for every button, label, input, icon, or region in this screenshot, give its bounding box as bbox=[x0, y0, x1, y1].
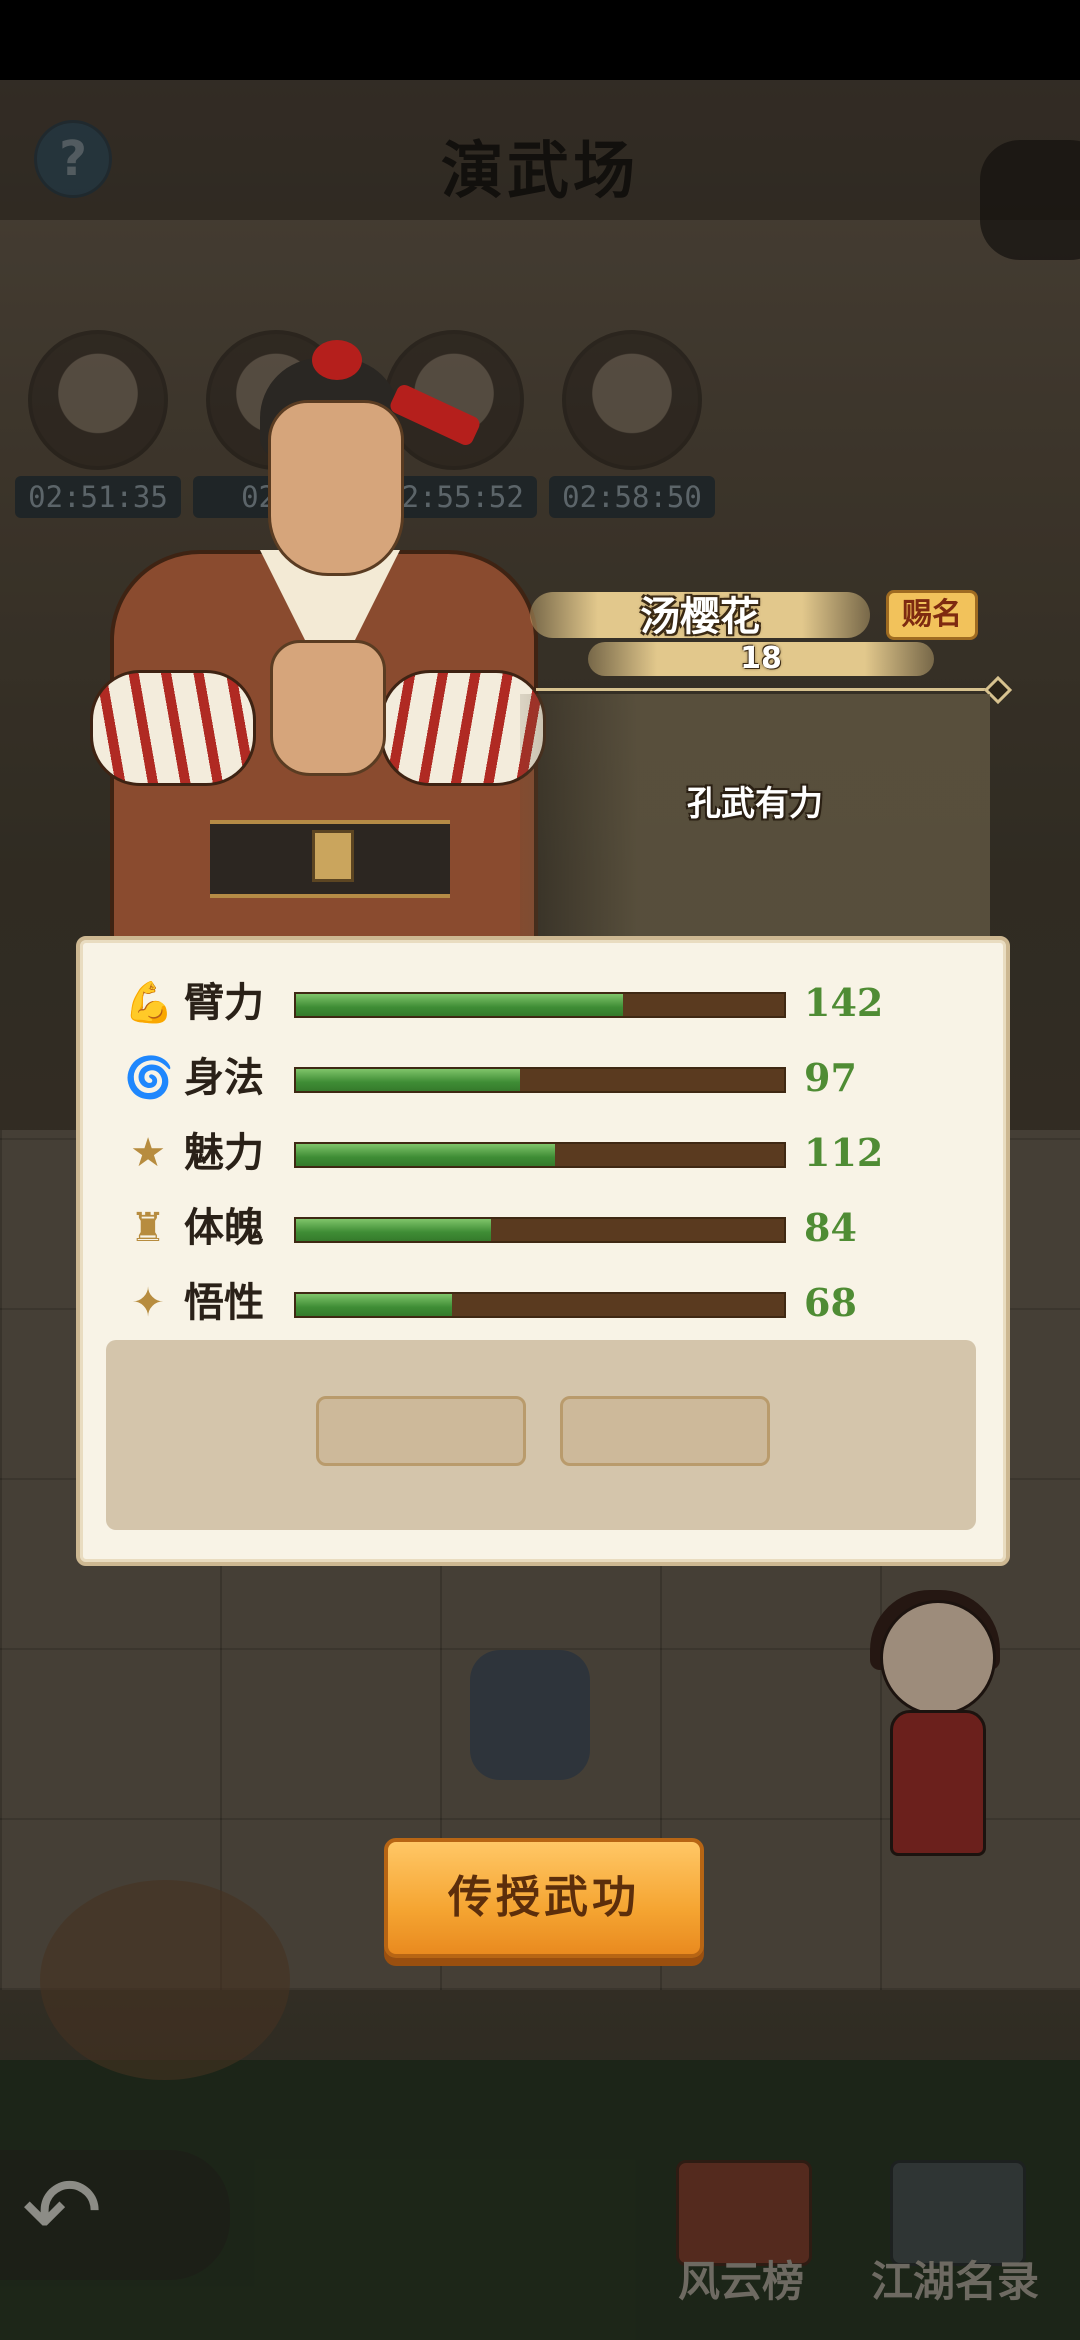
character-portrait bbox=[90, 340, 550, 958]
stats-card: 💪 臂力 142 🌀 身法 97 ★ 魅力 112 ♜ 体魄 84 ✦ 悟性 6… bbox=[76, 936, 1010, 1566]
trait-panel: 孔武有力 bbox=[520, 694, 990, 944]
stat-label: 悟性 bbox=[184, 1280, 264, 1326]
action-button-area bbox=[106, 1340, 976, 1530]
rename-button[interactable]: 赐名 bbox=[886, 590, 978, 640]
roster-label: 江湖名录 bbox=[870, 2257, 1039, 2306]
stat-label: 身法 bbox=[184, 1055, 264, 1101]
stat-row-charm: ★ 魅力 112 bbox=[124, 1128, 984, 1178]
stat-value: 142 bbox=[804, 980, 884, 1025]
stat-bar bbox=[294, 1292, 786, 1318]
stat-row-physique: ♜ 体魄 84 bbox=[124, 1203, 984, 1253]
stat-bar-fill bbox=[296, 1294, 453, 1316]
stat-bar bbox=[294, 1142, 786, 1168]
roster-button[interactable]: 江湖名录 bbox=[870, 2160, 1040, 2310]
stat-row-comprehension: ✦ 悟性 68 bbox=[124, 1278, 984, 1328]
stat-bar-fill bbox=[296, 994, 623, 1016]
stat-bar bbox=[294, 992, 786, 1018]
star-face-icon: ★ bbox=[130, 1130, 166, 1176]
stat-bar-fill bbox=[296, 1069, 521, 1091]
body-icon: ♜ bbox=[130, 1205, 166, 1251]
stat-bar bbox=[294, 1067, 786, 1093]
stat-label: 臂力 bbox=[184, 980, 264, 1026]
divider bbox=[536, 688, 996, 691]
empty-button-left[interactable] bbox=[316, 1396, 526, 1466]
rankings-label: 风云榜 bbox=[677, 2257, 804, 2306]
character-trait: 孔武有力 bbox=[687, 784, 823, 824]
stat-label: 体魄 bbox=[184, 1205, 264, 1251]
whirlwind-icon: 🌀 bbox=[124, 1055, 174, 1101]
status-bar bbox=[0, 0, 1080, 80]
back-button[interactable]: ↶ bbox=[0, 2150, 230, 2280]
stat-row-arm-strength: 💪 臂力 142 bbox=[124, 978, 984, 1028]
stat-bar-fill bbox=[296, 1144, 555, 1166]
stat-value: 112 bbox=[804, 1130, 884, 1175]
character-name: 汤樱花 bbox=[640, 594, 760, 640]
stat-value: 68 bbox=[804, 1280, 857, 1325]
arm-icon: 💪 bbox=[124, 980, 174, 1026]
stat-bar-fill bbox=[296, 1219, 492, 1241]
stat-value: 84 bbox=[804, 1205, 857, 1250]
back-arrow-icon: ↶ bbox=[22, 2156, 103, 2268]
teach-martial-arts-button[interactable]: 传授武功 bbox=[384, 1838, 704, 1958]
name-plate: 汤樱花 bbox=[530, 592, 870, 640]
stat-bar bbox=[294, 1217, 786, 1243]
rankings-button[interactable]: 风云榜 bbox=[656, 2160, 826, 2310]
stat-value: 97 bbox=[804, 1055, 857, 1100]
sparkle-icon: ✦ bbox=[131, 1280, 165, 1326]
empty-button-right[interactable] bbox=[560, 1396, 770, 1466]
stat-row-agility: 🌀 身法 97 bbox=[124, 1053, 984, 1103]
character-age: 18 bbox=[588, 642, 934, 676]
stat-label: 魅力 bbox=[184, 1130, 264, 1176]
